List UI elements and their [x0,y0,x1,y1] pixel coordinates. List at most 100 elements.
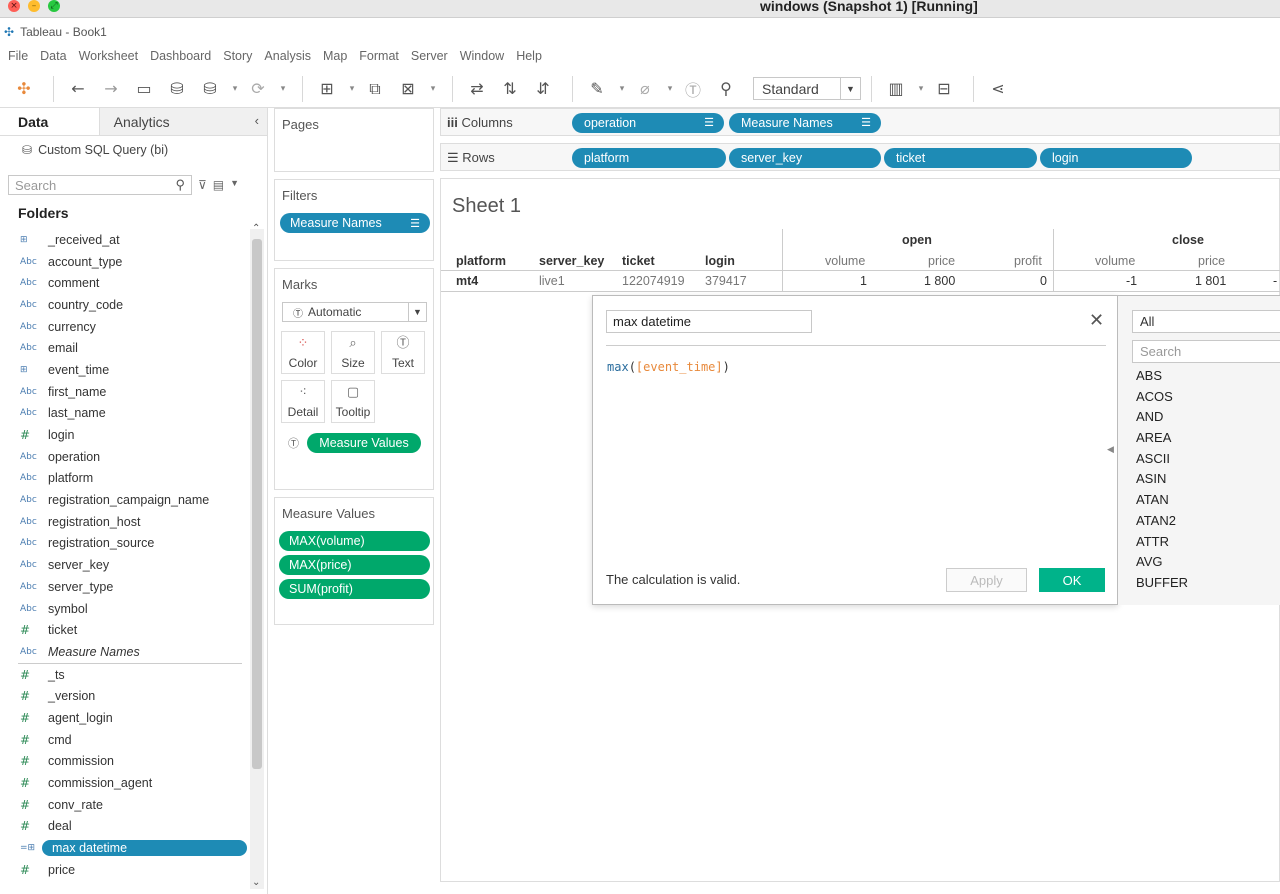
row-header-login[interactable]: login [705,254,735,268]
dropdown-arrow-icon[interactable]: ▾ [277,75,289,103]
sort-ascending-icon[interactable]: ⇅ [496,75,524,103]
ok-button[interactable]: OK [1039,568,1105,592]
rows-pill-platform[interactable]: platform [572,148,726,168]
datasource-item[interactable]: ⛁ Custom SQL Query (bi) [0,136,267,164]
view-data-icon[interactable]: ▤ [213,178,224,192]
field-item[interactable]: Abc account_type [0,251,250,273]
function-item[interactable]: ATAN [1136,490,1188,511]
columns-shelf[interactable]: iii Columns operation ☰ Measure Names ☰ [440,108,1280,136]
rows-pill-ticket[interactable]: ticket [884,148,1037,168]
fix-axes-icon[interactable]: ⚲ [712,75,740,103]
field-item[interactable]: Abc registration_host [0,511,250,533]
function-item[interactable]: ASIN [1136,469,1188,490]
field-item[interactable]: # conv_rate [0,794,250,816]
new-data-source-icon[interactable]: ⛁ [163,75,191,103]
menu-data[interactable]: Data [40,49,74,63]
filter-pill-measure-names[interactable]: Measure Names ☰ [280,213,430,233]
clear-sheet-icon[interactable]: ⊠ [394,75,422,103]
menu-help[interactable]: Help [516,49,550,63]
menu-dashboard[interactable]: Dashboard [150,49,219,63]
tableau-home-icon[interactable]: ✣ [10,75,38,103]
scrollbar-thumb[interactable] [252,239,262,769]
measure-pill-sum-profit[interactable]: SUM(profit) [279,579,430,599]
fit-select[interactable]: Standard ▼ [753,77,861,100]
function-category-select[interactable]: All [1132,310,1280,333]
function-item[interactable]: AVG [1136,552,1188,573]
field-item[interactable]: Abc country_code [0,294,250,316]
menu-format[interactable]: Format [359,49,407,63]
sort-descending-icon[interactable]: ⇵ [529,75,557,103]
scroll-up-icon[interactable]: ⌃ [252,223,260,234]
field-item[interactable]: Abc server_type [0,576,250,598]
group-members-icon[interactable]: ⌀ [631,75,659,103]
field-item[interactable]: Abc registration_campaign_name [0,489,250,511]
function-item[interactable]: AND [1136,407,1188,428]
measure-pill-max-price[interactable]: MAX(price) [279,555,430,575]
field-item[interactable]: # _version [0,685,250,707]
collapse-pane-icon[interactable]: ‹ [255,113,259,128]
field-item[interactable]: Abc currency [0,316,250,338]
filter-icon[interactable]: ⊽ [198,178,207,192]
field-item[interactable]: Abc symbol [0,598,250,620]
field-item[interactable]: # ticket [0,619,250,641]
undo-icon[interactable]: ← [64,75,92,103]
field-item[interactable]: Abc platform [0,468,250,490]
detail-button[interactable]: ⁖ Detail [281,380,325,423]
color-button[interactable]: ⁘ Color [281,331,325,374]
tab-data[interactable]: Data [0,108,100,135]
field-item[interactable]: # commission_agent [0,772,250,794]
rows-pill-server-key[interactable]: server_key [729,148,881,168]
calc-name-input[interactable]: max datetime [606,310,812,333]
field-item[interactable]: Abc last_name [0,403,250,425]
field-search-input[interactable]: Search ⚲ [8,175,192,195]
dropdown-arrow-icon[interactable]: ▾ [427,75,439,103]
menu-server[interactable]: Server [411,49,456,63]
show-mark-labels-icon[interactable]: Ⓣ [679,75,707,103]
function-item[interactable]: AREA [1136,428,1188,449]
measure-pill-max-volume[interactable]: MAX(volume) [279,531,430,551]
field-item[interactable]: ⊞ event_time [0,359,250,381]
minimize-window-icon[interactable]: – [28,0,40,12]
show-me-icon[interactable]: ▥ [882,75,910,103]
zoom-window-icon[interactable]: ⤢ [48,0,60,12]
menu-file[interactable]: File [8,49,36,63]
field-item[interactable]: # commission [0,751,250,773]
rows-shelf[interactable]: ☰ Rows platform server_key ticket login [440,143,1280,171]
collapse-functions-icon[interactable]: ◀ [1107,444,1114,455]
field-item[interactable]: # cmd [0,729,250,751]
function-search-input[interactable]: Search [1132,340,1280,363]
function-item[interactable]: ATAN2 [1136,511,1188,532]
refresh-icon[interactable]: ⟳ [244,75,272,103]
menu-story[interactable]: Story [223,49,260,63]
dropdown-arrow-icon[interactable]: ▾ [616,75,628,103]
row-header-server-key[interactable]: server_key [539,254,604,268]
dropdown-arrow-icon[interactable]: ▾ [915,75,927,103]
field-item[interactable]: # agent_login [0,707,250,729]
size-button[interactable]: ⌕ Size [331,331,375,374]
field-item[interactable]: Abc first_name [0,381,250,403]
field-item[interactable]: # login [0,424,250,446]
field-item[interactable]: ⊞ _received_at [0,229,250,251]
calc-formula-editor[interactable]: max([event_time]) [607,360,730,374]
scroll-down-icon[interactable]: ⌄ [252,877,260,888]
columns-pill-measure-names[interactable]: Measure Names ☰ [729,113,881,133]
field-item[interactable]: # _ts [0,664,250,686]
apply-button[interactable]: Apply [946,568,1027,592]
function-item[interactable]: ATTR [1136,532,1188,553]
field-item[interactable]: Abc server_key [0,554,250,576]
chevron-down-icon[interactable]: ▼ [230,178,239,192]
field-item[interactable]: Abc email [0,337,250,359]
presentation-mode-icon[interactable]: ⊟ [930,75,958,103]
field-item[interactable]: Abc Measure Names [0,641,250,663]
share-icon[interactable]: ⋖ [984,75,1012,103]
field-item[interactable]: Abc operation [0,446,250,468]
highlight-icon[interactable]: ✎ [583,75,611,103]
menu-map[interactable]: Map [323,49,355,63]
duplicate-sheet-icon[interactable]: ⧉ [361,75,389,103]
menu-analysis[interactable]: Analysis [264,49,319,63]
menu-worksheet[interactable]: Worksheet [79,49,147,63]
field-item[interactable]: # deal [0,816,250,838]
redo-icon[interactable]: → [97,75,125,103]
dropdown-arrow-icon[interactable]: ▾ [346,75,358,103]
field-item[interactable]: =⊞ max datetime [0,837,250,859]
